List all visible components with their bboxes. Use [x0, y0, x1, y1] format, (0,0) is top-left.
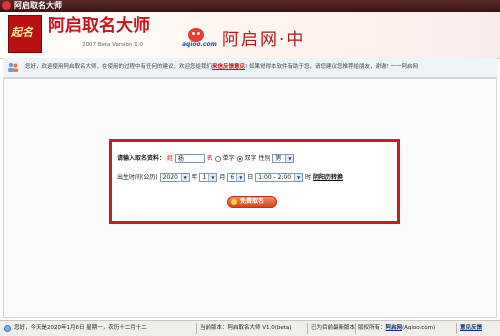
- welcome-message: 您好，欢迎使用阿启取名大师，在使用的过程中有任何的建议，欢迎您给我们来信反馈意见…: [25, 58, 418, 77]
- single-char-radio[interactable]: [214, 155, 221, 162]
- month-unit: 月: [219, 174, 226, 181]
- brand-logo: 起名: [8, 15, 42, 53]
- users-icon: [8, 62, 19, 72]
- free-naming-button[interactable]: 免费取名: [227, 196, 277, 208]
- status-date: 您好，今天是2020年1月6日 星期一，农历十二月十二: [14, 325, 147, 331]
- brand-title: 阿启取名大师: [48, 16, 150, 36]
- welcome-text-after: ! 如果觉得本软件有助于您，请您建议您推荐给朋友，谢谢! 一一阿启网: [245, 64, 418, 70]
- day-value: 6: [230, 174, 235, 181]
- form-row-birth: 出生时间(公历) 2020 ▼ 年 1 ▼ 月 6 ▼ 日 1:00 - 2:00 ▼ …: [117, 172, 343, 183]
- gender-select[interactable]: 男 ▼: [272, 154, 295, 163]
- status-latest: 已为目前最新版本: [311, 325, 356, 331]
- gender-label: 性别: [258, 155, 271, 162]
- status-version: 当前版本：阿启取名大师 V1.0(beta): [200, 325, 292, 331]
- name-label: 名: [206, 155, 213, 162]
- chevron-down-icon: ▼: [180, 174, 189, 181]
- single-char-label: 单字: [222, 155, 235, 162]
- calendar-converter-link[interactable]: 阴阳历转换: [313, 174, 343, 181]
- surname-input[interactable]: 杨: [174, 154, 205, 163]
- copyright-label: 版权所有：: [358, 325, 386, 331]
- hour-select[interactable]: 1:00 - 2:00 ▼: [255, 173, 304, 182]
- window-title: 阿启取名大师: [14, 1, 62, 10]
- double-char-radio[interactable]: [236, 155, 243, 162]
- year-select[interactable]: 2020 ▼: [159, 173, 190, 182]
- form-prompt: 请输入取名资料：: [117, 155, 166, 162]
- chevron-down-icon: ▼: [285, 155, 294, 162]
- aqioo-link[interactable]: 阿启网: [386, 325, 403, 331]
- chevron-down-icon: ▼: [208, 174, 217, 181]
- mascot-icon: [188, 28, 204, 42]
- brand-logo-text: 起名: [11, 26, 33, 39]
- welcome-bar: 您好，欢迎使用阿启取名大师，在使用的过程中有任何的建议，欢迎您给我们来信反馈意见…: [3, 58, 497, 78]
- year-value: 2020: [162, 174, 178, 181]
- site-name: 阿启网·中: [222, 30, 306, 50]
- site-domain: (Aqioo.com): [402, 325, 436, 331]
- version-text: 2007 Beta Version 1.0: [82, 42, 143, 48]
- month-select[interactable]: 1 ▼: [199, 173, 218, 182]
- window-titlebar: 阿启取名大师: [0, 0, 500, 12]
- site-logo: aqioo.com: [182, 28, 218, 50]
- button-icon: [231, 199, 237, 205]
- status-copyright: 版权所有：阿启网(Aqioo.com): [358, 321, 435, 336]
- day-unit: 日: [247, 174, 254, 181]
- hour-unit: 时: [305, 174, 312, 181]
- site-logo-text: aqioo.com: [182, 41, 217, 48]
- chevron-down-icon: ▼: [294, 174, 303, 181]
- month-value: 1: [202, 174, 207, 181]
- app-icon: [2, 1, 11, 10]
- double-char-label: 双字: [244, 155, 257, 162]
- feedback-link[interactable]: 来信反馈意见: [212, 64, 245, 70]
- year-unit: 年: [191, 174, 198, 181]
- hour-value: 1:00 - 2:00: [258, 174, 292, 181]
- surname-label: 姓: [166, 155, 173, 162]
- birth-label: 出生时间(公历): [117, 174, 158, 181]
- form-row-name: 请输入取名资料： 姓 杨 名 单字 双字 性别 男 ▼: [117, 153, 295, 164]
- status-feedback-link[interactable]: 意见反馈: [460, 321, 482, 336]
- header-banner: 起名 阿启取名大师 2007 Beta Version 1.0 aqioo.co…: [0, 12, 500, 59]
- welcome-text: 您好，欢迎使用阿启取名大师，在使用的过程中有任何的建议，欢迎您给我们: [25, 64, 213, 70]
- gender-value: 男: [275, 155, 282, 162]
- chevron-down-icon: ▼: [236, 174, 245, 181]
- day-select[interactable]: 6 ▼: [227, 173, 246, 182]
- status-bar: 您好，今天是2020年1月6日 星期一，农历十二月十二 当前版本：阿启取名大师 …: [0, 320, 500, 336]
- free-naming-button-label: 免费取名: [240, 198, 265, 205]
- info-icon: [4, 325, 11, 332]
